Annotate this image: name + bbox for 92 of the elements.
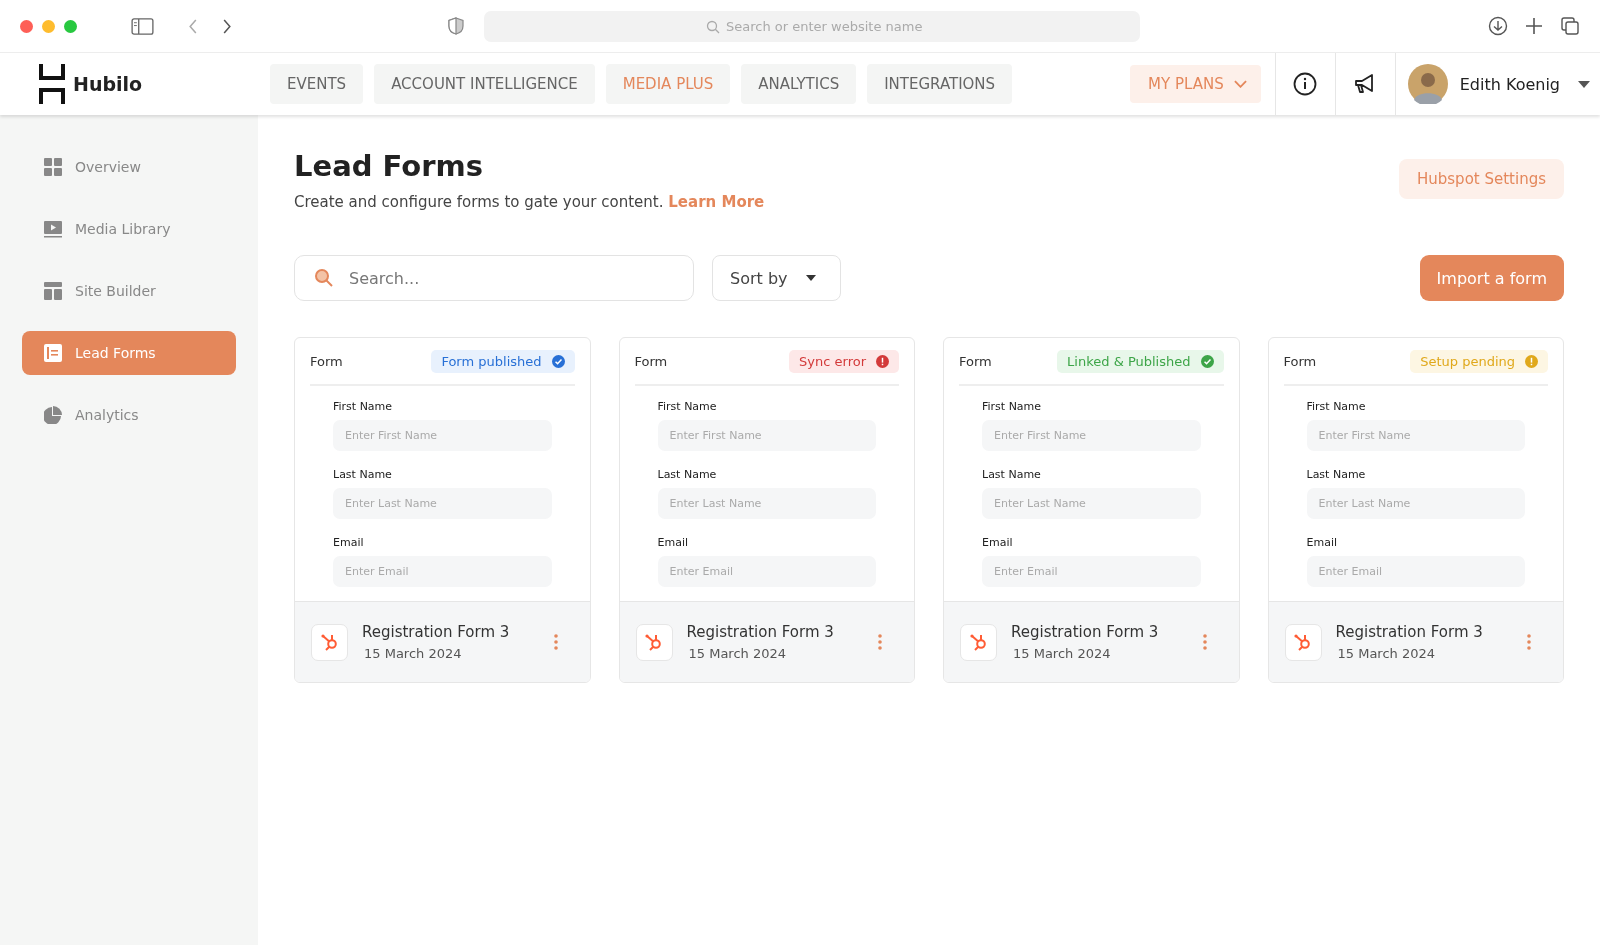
form-date: 15 March 2024 bbox=[688, 646, 788, 661]
input-field[interactable]: Enter Email bbox=[657, 556, 876, 587]
more-options-icon[interactable] bbox=[1202, 634, 1207, 650]
form-name: Registration Form 3 bbox=[362, 623, 511, 641]
field-label: First Name bbox=[1306, 400, 1367, 413]
brand-name: Hubilo bbox=[73, 73, 143, 95]
caret-icon bbox=[805, 275, 816, 281]
check-circle-icon bbox=[1200, 354, 1214, 368]
form-date: 15 March 2024 bbox=[1013, 646, 1112, 661]
form-name: Registration Form 3 bbox=[1011, 623, 1160, 641]
info-icon bbox=[1293, 72, 1318, 96]
field-label: Last Name bbox=[982, 468, 1042, 481]
form-name: Registration Form 3 bbox=[1335, 623, 1484, 641]
input-field[interactable]: Enter First Name bbox=[333, 420, 552, 451]
alert-circle-icon bbox=[876, 354, 889, 368]
card-title: Form bbox=[310, 353, 343, 369]
plus-icon[interactable] bbox=[1524, 16, 1544, 36]
sidebar-item[interactable]: Analytics bbox=[22, 393, 236, 437]
form-name: Registration Form 3 bbox=[686, 623, 835, 641]
sprocket-icon bbox=[644, 632, 664, 652]
field-label: First Name bbox=[657, 400, 718, 413]
sprocket-icon bbox=[319, 632, 340, 652]
play-icon bbox=[44, 220, 62, 238]
status-badge: Form published bbox=[431, 349, 575, 373]
form-date: 15 March 2024 bbox=[364, 646, 463, 661]
check-circle-icon bbox=[551, 354, 565, 368]
card-title: Form bbox=[1283, 353, 1317, 369]
sprocket-icon bbox=[1293, 632, 1313, 652]
layout-icon bbox=[44, 282, 62, 300]
more-options-icon[interactable] bbox=[1527, 634, 1531, 650]
download-icon[interactable] bbox=[1488, 16, 1508, 36]
nav-tab[interactable]: EVENTS bbox=[270, 64, 364, 104]
field-label: Email bbox=[982, 536, 1014, 549]
nav-tab[interactable]: MEDIA PLUS bbox=[605, 64, 731, 104]
field-label: Email bbox=[333, 536, 365, 549]
chevron-down-icon bbox=[1233, 80, 1247, 88]
search-field[interactable]: Search... bbox=[294, 255, 694, 301]
user-name[interactable]: Edith Koenig bbox=[1459, 74, 1560, 94]
field-label: Last Name bbox=[657, 468, 718, 481]
input-field[interactable]: Enter Last Name bbox=[657, 488, 876, 519]
import-form-button[interactable]: Import a form bbox=[1419, 255, 1564, 301]
address-bar[interactable]: Search or enter website name bbox=[484, 10, 1140, 42]
card-title: Form bbox=[959, 353, 992, 369]
alert-circle-icon bbox=[1525, 354, 1538, 368]
input-field[interactable]: Enter Email bbox=[333, 556, 552, 587]
hubspot-settings-button[interactable]: Hubspot Settings bbox=[1399, 159, 1564, 199]
status-badge: Setup pending bbox=[1410, 349, 1548, 373]
more-options-icon[interactable] bbox=[553, 634, 558, 650]
input-field[interactable]: Enter Last Name bbox=[1306, 488, 1525, 519]
field-label: Email bbox=[657, 536, 690, 549]
input-field[interactable]: Enter Last Name bbox=[982, 488, 1201, 519]
sidebar-toggle-icon[interactable] bbox=[131, 17, 154, 35]
card-title: Form bbox=[634, 353, 668, 369]
input-field[interactable]: Enter Email bbox=[982, 556, 1201, 587]
input-field[interactable]: Enter Email bbox=[1306, 556, 1525, 587]
nav-tab[interactable]: ANALYTICS bbox=[741, 64, 857, 104]
status-badge: Sync error bbox=[789, 349, 899, 373]
sidebar-item[interactable]: Media Library bbox=[22, 207, 236, 251]
my-plans-button[interactable]: MY PLANS bbox=[1130, 65, 1261, 103]
input-field[interactable]: Enter First Name bbox=[982, 420, 1201, 451]
page-subtitle: Create and configure forms to gate your content. bbox=[294, 193, 664, 211]
input-field[interactable]: Enter Last Name bbox=[333, 488, 552, 519]
sprocket-icon bbox=[968, 632, 989, 652]
field-label: Email bbox=[1306, 536, 1339, 549]
page-title: Lead Forms bbox=[294, 149, 484, 183]
search-icon bbox=[706, 19, 720, 34]
form-date: 15 March 2024 bbox=[1337, 646, 1437, 661]
form-icon bbox=[44, 344, 62, 362]
caret-icon[interactable] bbox=[1578, 80, 1590, 88]
field-label: First Name bbox=[333, 400, 394, 413]
search-icon bbox=[314, 268, 334, 288]
grid-icon bbox=[44, 158, 62, 176]
pie-chart-icon bbox=[44, 406, 62, 424]
field-label: Last Name bbox=[1306, 468, 1367, 481]
input-field[interactable]: Enter First Name bbox=[657, 420, 876, 451]
nav-tab[interactable]: INTEGRATIONS bbox=[867, 64, 1013, 104]
nav-tab[interactable]: ACCOUNT INTELLIGENCE bbox=[374, 64, 595, 104]
sort-dropdown[interactable]: Sort by bbox=[712, 255, 841, 301]
close-window-icon[interactable] bbox=[20, 19, 33, 33]
learn-more-link[interactable]: Learn More bbox=[668, 193, 765, 211]
status-badge: Linked & Published bbox=[1057, 349, 1224, 373]
tabs-icon[interactable] bbox=[1560, 16, 1580, 36]
sidebar-item[interactable]: Site Builder bbox=[22, 269, 236, 313]
field-label: Last Name bbox=[333, 468, 393, 481]
avatar[interactable] bbox=[1407, 64, 1448, 104]
logo-icon bbox=[39, 64, 65, 104]
input-field[interactable]: Enter First Name bbox=[1306, 420, 1525, 451]
sidebar-item[interactable]: Lead Forms bbox=[22, 331, 236, 375]
shield-icon[interactable] bbox=[448, 17, 464, 35]
sidebar-item[interactable]: Overview bbox=[22, 145, 236, 189]
field-label: First Name bbox=[982, 400, 1043, 413]
more-options-icon[interactable] bbox=[878, 634, 882, 650]
